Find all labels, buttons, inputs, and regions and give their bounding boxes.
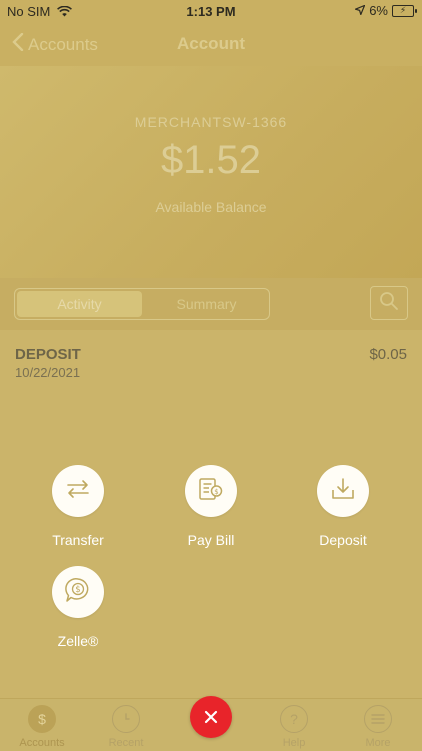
tab-summary[interactable]: Summary xyxy=(144,289,269,319)
clock-icon xyxy=(112,705,140,733)
battery-percent: 6% xyxy=(369,3,388,18)
zelle-action[interactable]: $ Zelle® xyxy=(28,566,128,649)
navigation-bar: Accounts Account xyxy=(0,24,422,66)
tab-recent-label: Recent xyxy=(108,737,144,749)
tab-more-label: More xyxy=(365,737,391,749)
account-summary-card: MERCHANTSW-1366 $1.52 Available Balance xyxy=(0,66,422,278)
dollar-icon: $ xyxy=(28,705,56,733)
pay-bill-label: Pay Bill xyxy=(187,532,235,548)
transaction-row[interactable]: DEPOSIT 10/22/2021 $0.05 xyxy=(15,346,407,380)
search-button[interactable] xyxy=(370,286,408,320)
deposit-label: Deposit xyxy=(319,532,367,548)
deposit-icon xyxy=(330,476,356,507)
transfer-label: Transfer xyxy=(52,532,104,548)
tab-accounts-label: Accounts xyxy=(19,737,65,749)
page-title: Account xyxy=(177,34,245,53)
tab-accounts[interactable]: $ Accounts xyxy=(0,705,84,749)
segmented-control: Activity Summary xyxy=(14,288,270,320)
transfer-icon xyxy=(65,477,91,506)
tab-activity[interactable]: Activity xyxy=(17,291,142,317)
transfer-action[interactable]: Transfer xyxy=(28,465,128,548)
status-right: 6% ⚡ xyxy=(353,3,417,18)
account-name: MERCHANTSW-1366 xyxy=(134,114,288,130)
tab-recent[interactable]: Recent xyxy=(84,705,168,749)
question-icon: ? xyxy=(280,705,308,733)
svg-text:$: $ xyxy=(214,488,218,496)
battery-icon: ⚡ xyxy=(392,4,417,17)
segment-bar: Activity Summary xyxy=(0,278,422,330)
deposit-button[interactable] xyxy=(317,465,369,517)
svg-text:$: $ xyxy=(75,585,80,595)
close-button[interactable] xyxy=(190,696,232,738)
account-balance: $1.52 xyxy=(160,138,262,182)
transaction-date: 10/22/2021 xyxy=(15,365,81,380)
zelle-button[interactable]: $ xyxy=(52,566,104,618)
status-bar: No SIM 1:13 PM 6% ⚡ xyxy=(0,0,422,24)
transaction-title: DEPOSIT xyxy=(15,346,81,363)
pay-bill-button[interactable]: $ xyxy=(185,465,237,517)
transaction-amount: $0.05 xyxy=(369,346,407,363)
balance-label: Available Balance xyxy=(155,199,267,215)
pay-bill-icon: $ xyxy=(197,476,225,507)
close-icon xyxy=(204,704,218,730)
menu-icon xyxy=(364,705,392,733)
pay-bill-action[interactable]: $ Pay Bill xyxy=(161,465,261,548)
search-icon xyxy=(379,291,399,316)
tab-help[interactable]: ? Help xyxy=(252,705,336,749)
zelle-icon: $ xyxy=(64,576,92,609)
location-arrow-icon xyxy=(353,3,366,18)
deposit-action[interactable]: Deposit xyxy=(293,465,393,548)
transfer-button[interactable] xyxy=(52,465,104,517)
tab-help-label: Help xyxy=(282,737,306,749)
zelle-label: Zelle® xyxy=(57,633,99,649)
tab-more[interactable]: More xyxy=(336,705,420,749)
